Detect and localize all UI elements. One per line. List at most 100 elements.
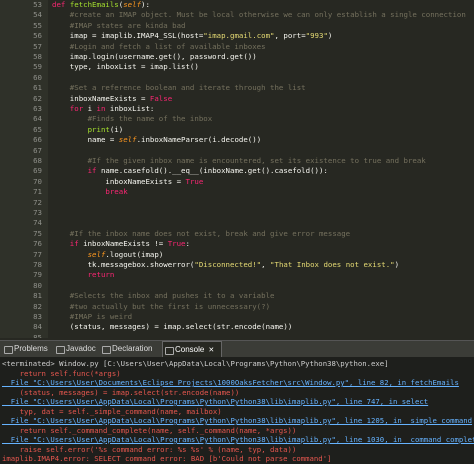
code-line[interactable]: def fetchEmails(self): <box>52 0 474 10</box>
console-icon <box>165 347 174 355</box>
code-token: self <box>118 135 137 145</box>
code-token: self <box>123 0 142 9</box>
code-line[interactable]: if inboxNameExists != True: <box>52 239 474 249</box>
code-line[interactable]: #Login and fetch a list of available inb… <box>52 42 474 52</box>
line-number: 83 <box>33 312 42 321</box>
code-token: #Login and fetch a list of available inb… <box>52 41 266 51</box>
code-line[interactable]: #Finds the name of the inbox <box>52 114 474 124</box>
line-number: 68 <box>33 156 42 165</box>
console-line: return self.func(*args) <box>2 368 121 378</box>
line-number: 78 <box>33 260 42 269</box>
code-line[interactable]: break <box>52 187 474 197</box>
code-line[interactable]: if name.casefold().__eq__(inboxName.get(… <box>52 166 474 176</box>
tab-label: Problems <box>14 344 48 353</box>
code-line[interactable]: (status, messages) = imap.select(str.enc… <box>52 322 474 332</box>
code-token: i <box>87 104 97 113</box>
code-token: type, inboxList = imap.list() <box>52 62 199 72</box>
code-line[interactable]: print(i) <box>52 125 474 135</box>
line-number: 54 <box>33 10 42 20</box>
code-token: imap = imaplib.IMAP4_SSL(host= <box>52 31 204 41</box>
code-line[interactable]: #IMAP states are kinda bad <box>52 21 474 31</box>
console-output[interactable]: <terminated> Window.py [C:\Users\User\Ap… <box>0 357 474 464</box>
console-file-link[interactable]: File "C:\Users\User\Documents\Eclipse Pr… <box>2 378 459 388</box>
code-line[interactable]: #two actually but the first is unnecessa… <box>52 302 474 312</box>
tab-problems[interactable]: Problems <box>2 341 54 357</box>
code-line[interactable]: self.logout(imap) <box>52 250 474 260</box>
code-token: , <box>261 260 271 269</box>
console-line: typ, dat = self._simple_command(name, ma… <box>2 406 222 416</box>
console-file-link[interactable]: File "C:\Users\User\AppData\Local\Progra… <box>2 416 472 426</box>
code-token: def <box>52 0 70 9</box>
console-line: raise self.error('%s command error: %s %… <box>2 444 297 454</box>
tab-label: Console <box>175 345 205 354</box>
code-line[interactable]: #Set a reference boolean and iterate thr… <box>52 83 474 93</box>
line-number: 69 <box>33 166 42 176</box>
line-number: 53 <box>33 0 42 9</box>
line-number: 75 <box>33 228 42 238</box>
code-token: .logout(imap) <box>105 249 164 259</box>
line-number: 76 <box>33 239 42 249</box>
code-token: imap.login(username.get(), password.get(… <box>52 52 257 61</box>
code-line[interactable]: #IMAP is weird <box>52 312 474 322</box>
line-number: 84 <box>33 322 42 332</box>
tab-javadoc[interactable]: Javadoc <box>54 341 100 357</box>
code-token: for <box>52 104 88 113</box>
code-token: self <box>87 249 106 259</box>
code-token: "That Inbox does not exist." <box>270 260 395 269</box>
code-line[interactable]: type, inboxList = imap.list() <box>52 62 474 72</box>
code-token: fetchEmails <box>69 0 119 9</box>
line-number: 71 <box>33 187 42 197</box>
line-number: 62 <box>33 93 42 103</box>
code-token: True <box>167 239 186 249</box>
code-token: .inboxNameParser(i.decode()) <box>136 135 262 145</box>
code-token: : <box>185 239 190 249</box>
code-token: #IMAP is weird <box>52 312 133 321</box>
code-token: False <box>149 93 173 103</box>
code-line[interactable]: #create an IMAP object. Must be local ot… <box>52 10 474 20</box>
code-line[interactable]: name = self.inboxNameParser(i.decode()) <box>52 135 474 145</box>
code-editor[interactable]: def fetchEmails(self): #create an IMAP o… <box>0 0 474 338</box>
line-number: 60 <box>33 72 42 82</box>
code-line[interactable]: return <box>52 270 474 280</box>
code-line[interactable]: tk.messagebox.showerror("Disconnected!",… <box>52 260 474 270</box>
code-token: ) <box>327 31 333 41</box>
code-line[interactable]: imap = imaplib.IMAP4_SSL(host="imap.gmai… <box>52 31 474 41</box>
code-line[interactable]: inboxNameExists = True <box>52 177 474 187</box>
tab-console[interactable]: Console ✕ <box>162 341 222 358</box>
code-token: #two actually but the first is unnecessa… <box>52 301 271 311</box>
line-number: 63 <box>33 104 42 113</box>
code-token: (i) <box>109 124 124 134</box>
code-token: print <box>87 124 110 134</box>
line-number: 81 <box>33 291 42 301</box>
console-line: imaplib.IMAP4.error: SELECT command erro… <box>2 454 332 463</box>
console-file-link[interactable]: File "C:\Users\User\AppData\Local\Progra… <box>2 435 474 445</box>
console-file-link[interactable]: File "C:\Users\User\AppData\Local\Progra… <box>2 397 428 407</box>
code-token: return <box>52 270 115 280</box>
console-line: return self._command_complete(name, self… <box>2 425 297 435</box>
line-number: 57 <box>33 41 42 51</box>
code-line[interactable]: #If the given inbox name is encountered,… <box>52 156 474 166</box>
code-line[interactable]: #Selects the inbox and pushes it to a va… <box>52 291 474 301</box>
code-token: #IMAP states are kinda bad <box>52 20 186 30</box>
code-token: (status, messages) = imap.select(str.enc… <box>52 322 293 332</box>
code-token: inboxList: <box>109 104 155 113</box>
overview-ruler <box>0 0 18 338</box>
code-line[interactable]: inboxNameExists = False <box>52 94 474 104</box>
tab-declaration[interactable]: Declaration <box>100 341 162 357</box>
code-token: inboxNameExists != <box>83 239 168 249</box>
line-number: 65 <box>33 124 42 134</box>
close-icon[interactable]: ✕ <box>208 347 214 354</box>
line-number: 64 <box>33 114 42 124</box>
code-line[interactable]: imap.login(username.get(), password.get(… <box>52 52 474 62</box>
line-number: 80 <box>33 280 42 290</box>
code-line[interactable]: #If the inbox name does not exist, break… <box>52 229 474 239</box>
code-token: #create an IMAP object. Must be local ot… <box>52 10 466 20</box>
code-token: #If the given inbox name is encountered,… <box>52 156 426 165</box>
code-token: in <box>96 104 110 113</box>
code-token: #Finds the name of the inbox <box>52 114 213 124</box>
code-line[interactable]: for i in inboxList: <box>52 104 474 114</box>
code-token: , port= <box>274 31 306 41</box>
code-token: ): <box>141 0 150 9</box>
declaration-icon <box>102 346 111 354</box>
